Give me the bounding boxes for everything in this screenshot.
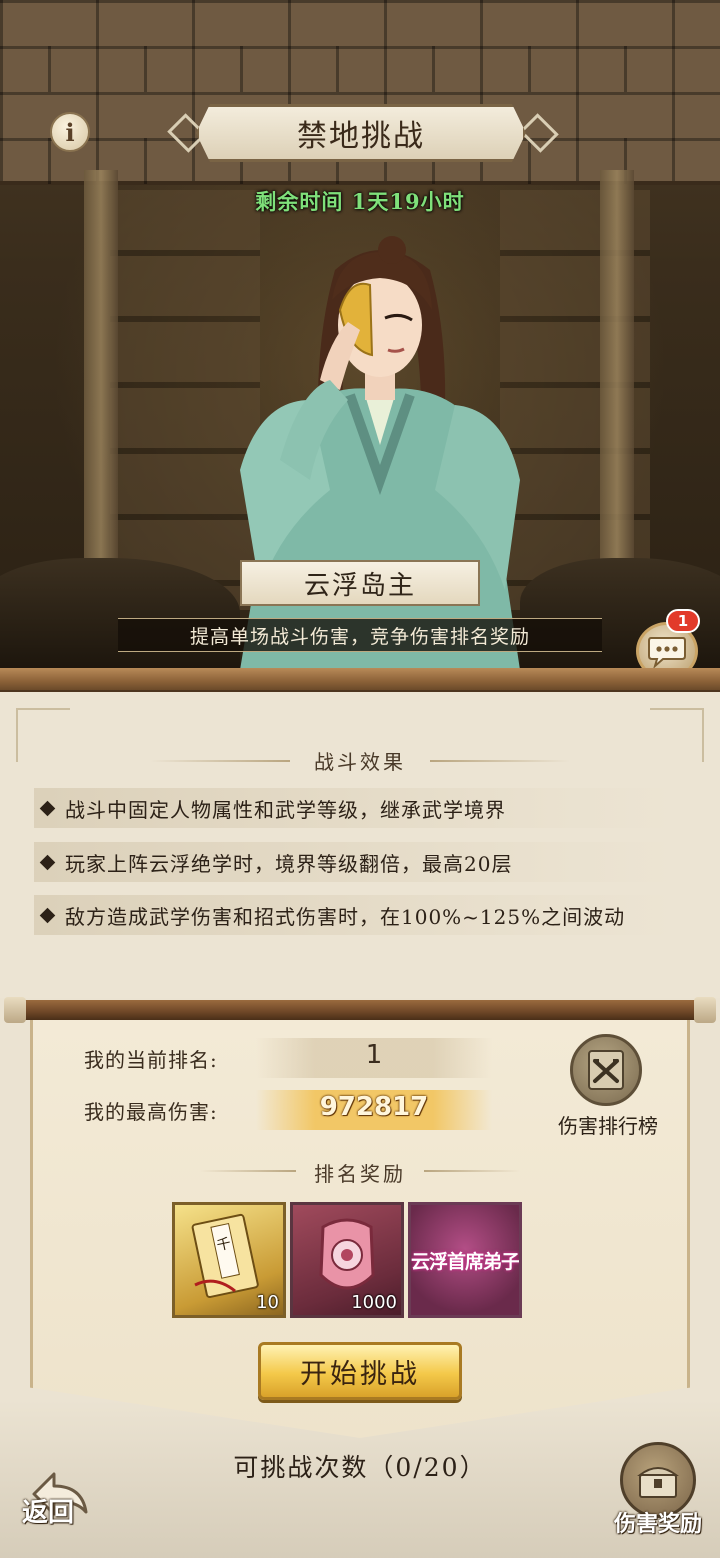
current-rank-label: 我的当前排名:: [84, 1048, 218, 1072]
max-damage-label: 我的最高伤害:: [84, 1100, 218, 1124]
reward-item[interactable]: 云浮首席弟子: [408, 1202, 522, 1318]
boss-description: 提高单场战斗伤害，竞争伤害排名奖励: [118, 618, 602, 652]
chat-bubble-icon: [648, 637, 686, 668]
boss-name: 云浮岛主: [240, 560, 480, 606]
diamond-bullet-icon: [39, 907, 56, 923]
effect-text: 战斗中固定人物属性和武学等级，继承武学境界: [65, 797, 506, 822]
reward-item[interactable]: 1000: [290, 1202, 404, 1318]
reward-count: 1000: [351, 1292, 397, 1313]
leaderboard-label[interactable]: 伤害排行榜: [540, 1110, 676, 1139]
start-challenge-button[interactable]: 开始挑战: [258, 1342, 462, 1400]
crossed-swords-icon: [588, 1050, 624, 1090]
brick-row: [0, 46, 720, 92]
wood-divider: [0, 668, 720, 692]
reward-count: 10: [256, 1292, 279, 1313]
chat-notification-badge: 1: [666, 609, 700, 633]
title-badge-icon: 云浮首席弟子: [411, 1251, 520, 1273]
max-damage-value: 972817: [319, 1092, 429, 1122]
attempts-remaining: 可挑战次数（0/20）: [233, 1453, 487, 1482]
effect-item: 敌方造成武学伤害和招式伤害时，在100%~125%之间波动: [34, 895, 674, 935]
effect-item: 战斗中固定人物属性和武学等级，继承武学境界: [34, 788, 674, 828]
info-icon[interactable]: i: [50, 112, 90, 152]
treasure-chest-icon: [637, 1467, 679, 1498]
effect-text: 敌方造成武学伤害和招式伤害时，在100%~125%之间波动: [65, 904, 626, 929]
battle-effects-title: 战斗效果: [314, 750, 406, 774]
scroll-rod: [4, 997, 716, 1023]
diamond-bullet-icon: [39, 800, 56, 816]
leaderboard-button[interactable]: [570, 1034, 642, 1106]
back-button[interactable]: 返回: [22, 1492, 74, 1529]
boss-scene: 禁地挑战 i 剩余时间 1天19小时 云浮岛主 提高单场战斗伤害，竞争伤害排名奖…: [0, 0, 720, 668]
effect-text: 玩家上阵云浮绝学时，境界等级翻倍，最高20层: [65, 851, 513, 876]
damage-reward-label[interactable]: 伤害奖励: [596, 1506, 720, 1538]
effect-item: 玩家上阵云浮绝学时，境界等级翻倍，最高20层: [34, 842, 674, 882]
remaining-time: 剩余时间 1天19小时: [255, 189, 465, 214]
page-title: 禁地挑战: [196, 104, 526, 162]
current-rank-value: 1: [365, 1040, 383, 1070]
reward-item[interactable]: 千 10: [172, 1202, 286, 1318]
rank-rewards-title: 排名奖励: [314, 1162, 406, 1186]
diamond-bullet-icon: [39, 854, 56, 870]
